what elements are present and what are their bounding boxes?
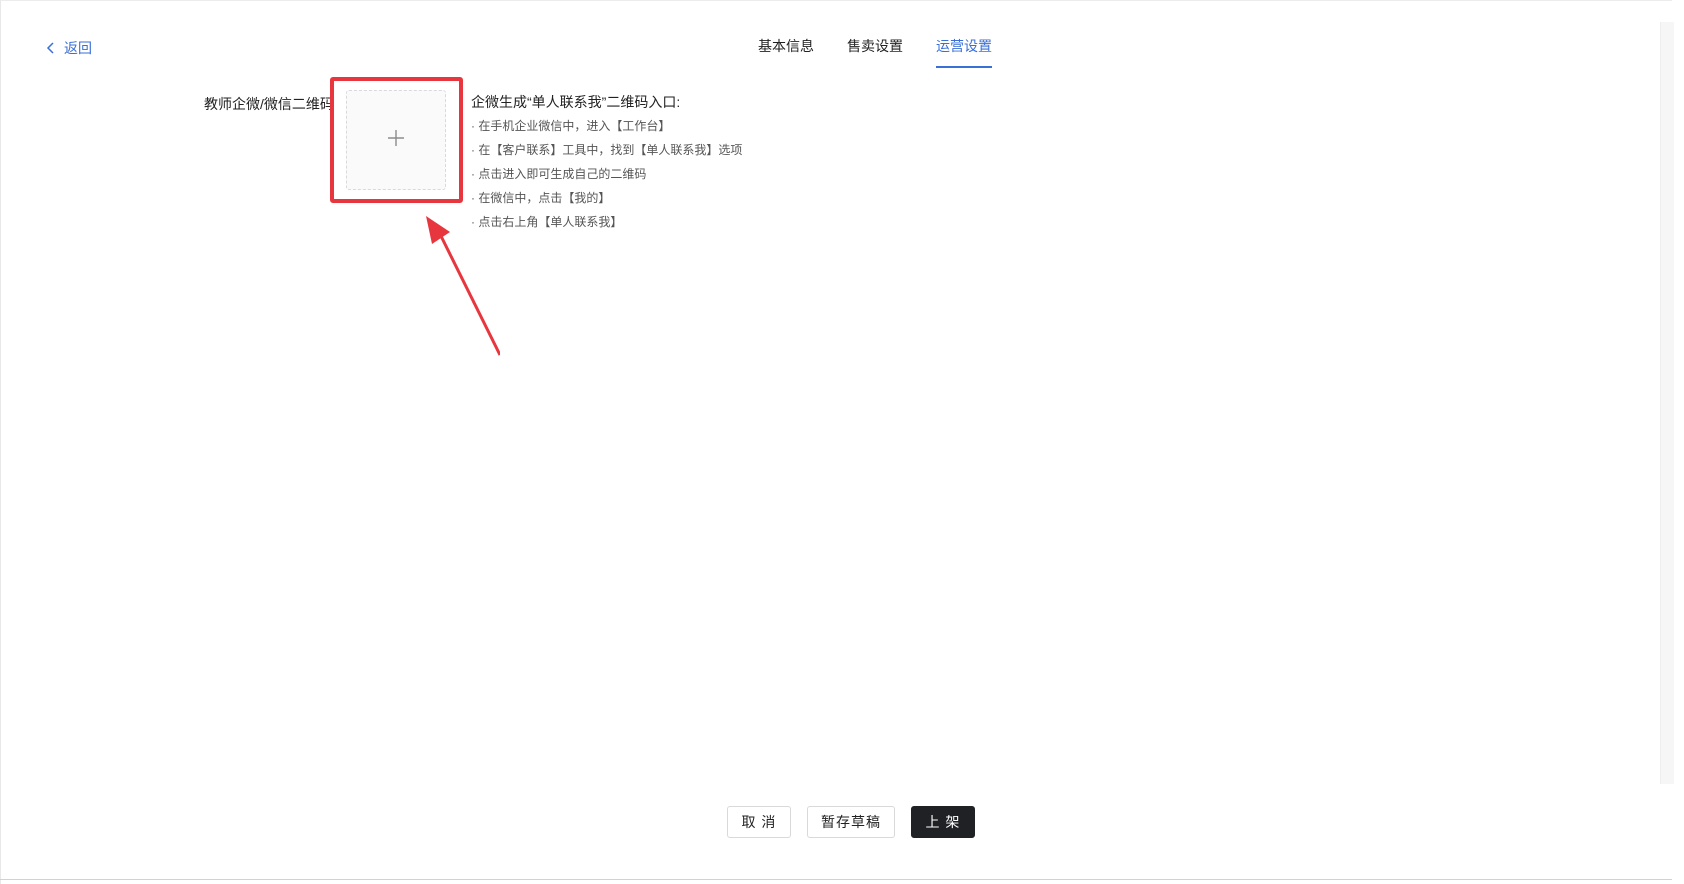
qr-code-label: 教师企微/微信二维码 — [204, 96, 334, 112]
tab-sales-settings[interactable]: 售卖设置 — [847, 36, 903, 68]
instruction-item: · 在微信中，点击【我的】 — [471, 191, 611, 205]
instruction-item: · 在【客户联系】工具中，找到【单人联系我】选项 — [471, 143, 743, 157]
publish-button[interactable]: 上 架 — [911, 806, 975, 838]
tab-bar: 基本信息 售卖设置 运营设置 — [758, 36, 992, 68]
instruction-item: · 在手机企业微信中，进入【工作台】 — [471, 119, 671, 133]
instructions-title: 企微生成“单人联系我”二维码入口: — [471, 94, 681, 110]
highlight-box — [330, 77, 463, 203]
chevron-left-icon — [46, 42, 56, 54]
tab-operation-settings[interactable]: 运营设置 — [936, 36, 992, 68]
footer-actions: 取 消 暂存草稿 上 架 — [727, 806, 975, 838]
qr-instructions: 企微生成“单人联系我”二维码入口: · 在手机企业微信中，进入【工作台】 · 在… — [471, 92, 742, 238]
instruction-item: · 点击右上角【单人联系我】 — [471, 215, 623, 229]
page-frame — [0, 0, 1672, 884]
instruction-item: · 点击进入即可生成自己的二维码 — [471, 167, 647, 181]
scrollbar[interactable] — [1660, 22, 1674, 784]
back-link[interactable]: 返回 — [46, 38, 92, 58]
back-label: 返回 — [64, 40, 92, 56]
cancel-button[interactable]: 取 消 — [727, 806, 791, 838]
save-draft-button[interactable]: 暂存草稿 — [807, 806, 895, 838]
bottom-divider — [0, 879, 1672, 880]
tab-basic-info[interactable]: 基本信息 — [758, 36, 814, 68]
